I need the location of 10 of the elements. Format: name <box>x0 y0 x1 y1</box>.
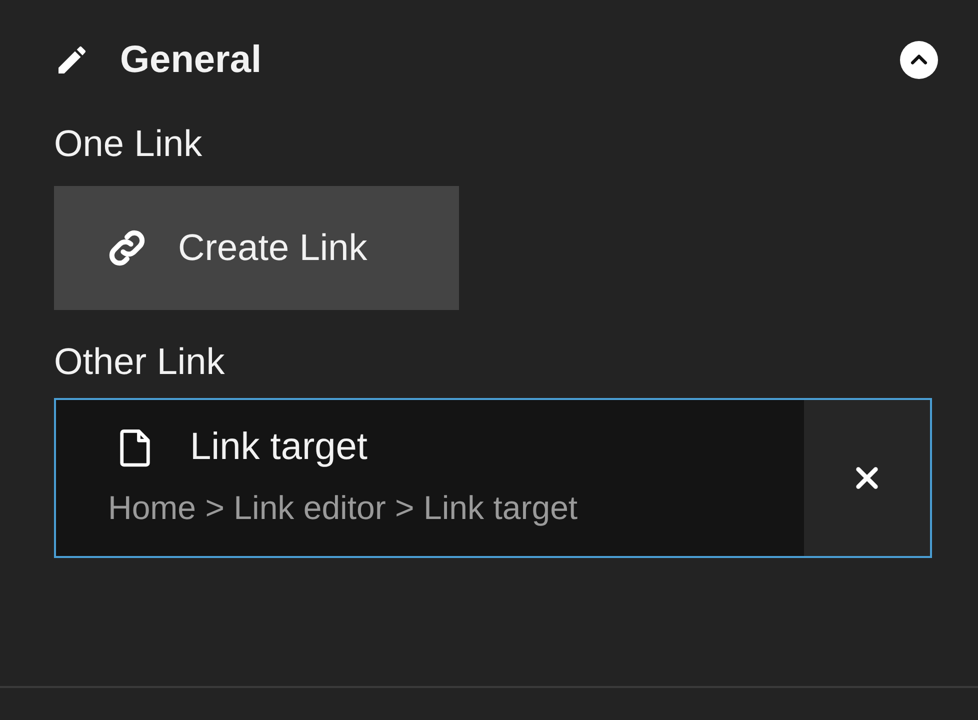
collapse-button[interactable] <box>900 41 938 79</box>
close-icon <box>854 465 880 491</box>
link-title: Link target <box>190 426 368 469</box>
breadcrumb-path: Home > Link editor > Link target <box>108 489 578 527</box>
link-field[interactable]: Link target Home > Link editor > Link target <box>54 398 932 558</box>
section-title: General <box>120 38 263 82</box>
document-icon <box>120 428 150 466</box>
field-label: Other Link <box>54 340 225 384</box>
create-link-button[interactable]: Create Link <box>54 186 459 310</box>
field-label: One Link <box>54 122 202 166</box>
